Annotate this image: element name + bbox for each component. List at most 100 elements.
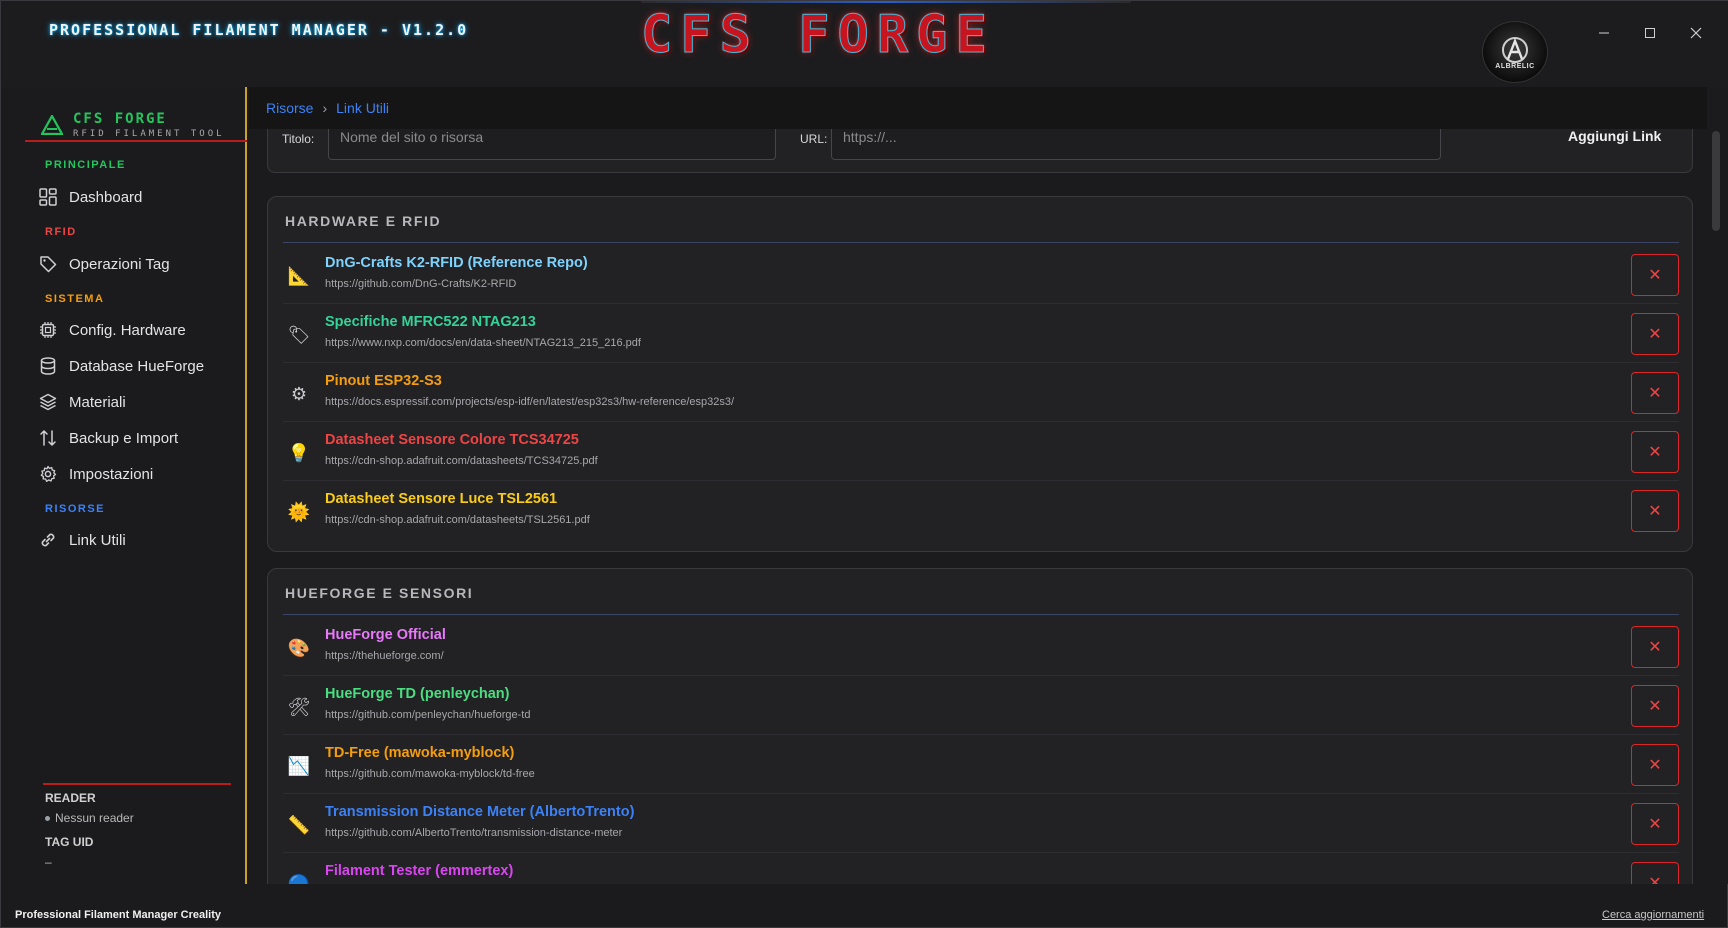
reader-label: READER: [45, 791, 96, 805]
title-accent-line: [641, 1, 1131, 3]
sidebar-item-label: Config. Hardware: [69, 321, 186, 339]
link-title[interactable]: Filament Tester (emmertex): [325, 863, 513, 879]
scrollbar-thumb[interactable]: [1712, 131, 1720, 231]
sidebar-item-backup-import[interactable]: Backup e Import: [37, 423, 237, 453]
maximize-icon: [1645, 28, 1655, 38]
sidebar-item-label: Backup e Import: [69, 429, 179, 447]
link-url[interactable]: https://github.com/mawoka-myblock/td-fre…: [325, 768, 535, 780]
card-title: HUEFORGE E SENSORI: [285, 585, 474, 601]
footer-app-name: Professional Filament Manager Creality: [15, 909, 222, 921]
link-url[interactable]: https://github.com/penleychan/hueforge-t…: [325, 709, 530, 721]
link-url[interactable]: https://thehueforge.com/: [325, 650, 444, 662]
delete-link-button[interactable]: ✕: [1631, 803, 1679, 845]
close-icon: ✕: [1648, 503, 1662, 520]
sidebar-item-config-hardware[interactable]: Config. Hardware: [37, 315, 237, 345]
tag-uid-label: TAG UID: [45, 835, 94, 849]
link-title[interactable]: Datasheet Sensore Colore TCS34725: [325, 432, 579, 448]
palette-icon: 🎨: [287, 637, 311, 658]
link-row: 🏷 Specifiche MFRC522 NTAG213 https://www…: [283, 305, 1679, 363]
minimize-button[interactable]: [1581, 19, 1627, 47]
sidebar-item-label: Database HueForge: [69, 357, 205, 375]
delete-link-button[interactable]: ✕: [1631, 313, 1679, 355]
delete-link-button[interactable]: ✕: [1631, 685, 1679, 727]
section-label-rfid: RFID: [45, 226, 77, 238]
sidebar-item-label: Dashboard: [69, 188, 143, 206]
link-row: 💡 Datasheet Sensore Colore TCS34725 http…: [283, 423, 1679, 481]
breadcrumb-current: Link Utili: [336, 100, 390, 116]
tools-icon: 🛠: [287, 696, 311, 717]
close-icon: ✕: [1648, 326, 1662, 343]
link-url[interactable]: https://github.com/DnG-Crafts/K2-RFID: [325, 278, 516, 290]
link-title[interactable]: Specifiche MFRC522 NTAG213: [325, 314, 536, 330]
minimize-icon: [1599, 32, 1609, 34]
link-title[interactable]: Pinout ESP32-S3: [325, 373, 442, 389]
brand-logo-text: CFS FORGE: [641, 5, 995, 66]
close-icon: ✕: [1648, 698, 1662, 715]
link-url[interactable]: https://cdn-shop.adafruit.com/datasheets…: [325, 455, 598, 467]
breadcrumb-separator: ›: [322, 100, 328, 116]
title-field-label: Titolo:: [282, 132, 315, 146]
link-title[interactable]: TD-Free (mawoka-myblock): [325, 745, 514, 761]
sun-icon: 🌞: [287, 501, 311, 522]
card-title-divider: [283, 242, 1679, 243]
avatar-logo-icon: [1502, 36, 1528, 63]
status-dot-icon: [45, 816, 50, 822]
app-title: PROFESSIONAL FILAMENT MANAGER - V1.2.0: [49, 21, 469, 39]
check-updates-link[interactable]: Cerca aggiornamenti: [1602, 909, 1704, 921]
avatar[interactable]: ALBRELIC: [1482, 21, 1548, 83]
link-title[interactable]: Datasheet Sensore Luce TSL2561: [325, 491, 557, 507]
url-field-label: URL:: [800, 132, 828, 146]
breadcrumb-parent[interactable]: Risorse: [266, 100, 313, 116]
link-title[interactable]: HueForge TD (penleychan): [325, 686, 510, 702]
link-row: 📐 DnG-Crafts K2-RFID (Reference Repo) ht…: [283, 246, 1679, 304]
sidebar-item-link-utili[interactable]: Link Utili: [37, 525, 237, 555]
sidebar-item-label: Materiali: [69, 393, 126, 411]
links-card-hardware-rfid: HARDWARE E RFID 📐 DnG-Crafts K2-RFID (Re…: [267, 196, 1693, 552]
delete-link-button[interactable]: ✕: [1631, 490, 1679, 532]
sidebar-item-materiali[interactable]: Materiali: [37, 387, 237, 417]
link-url[interactable]: https://cdn-shop.adafruit.com/datasheets…: [325, 514, 590, 526]
chip-icon: [37, 319, 59, 341]
main-scrollbar[interactable]: [1707, 87, 1728, 884]
sidebar-item-operazioni-tag[interactable]: Operazioni Tag: [37, 249, 237, 279]
label-tag-icon: 🏷: [287, 324, 311, 345]
section-label-principale: PRINCIPALE: [45, 159, 126, 171]
reader-divider: [43, 783, 231, 785]
link-url[interactable]: https://github.com/AlbertoTrento/transmi…: [325, 827, 622, 839]
tag-uid-value: –: [45, 855, 52, 869]
sidebar-item-impostazioni[interactable]: Impostazioni: [37, 459, 237, 489]
close-icon: ✕: [1648, 385, 1662, 402]
delete-link-button[interactable]: ✕: [1631, 372, 1679, 414]
sidebar-item-label: Operazioni Tag: [69, 255, 170, 273]
sidebar-item-database-hueforge[interactable]: Database HueForge: [37, 351, 237, 381]
delete-link-button[interactable]: ✕: [1631, 431, 1679, 473]
link-url[interactable]: https://docs.espressif.com/projects/esp-…: [325, 396, 734, 408]
tag-icon: [37, 253, 59, 275]
avatar-label: ALBRELIC: [1495, 62, 1535, 70]
link-row: 🛠 HueForge TD (penleychan) https://githu…: [283, 677, 1679, 735]
maximize-button[interactable]: [1627, 19, 1673, 47]
section-label-risorse: RISORSE: [45, 503, 106, 515]
reader-value: Nessun reader: [55, 811, 134, 825]
close-window-button[interactable]: [1673, 19, 1719, 47]
delete-link-button[interactable]: ✕: [1631, 862, 1679, 884]
triangle-ruler-icon: 📐: [287, 265, 311, 286]
close-icon: ✕: [1648, 639, 1662, 656]
add-link-button[interactable]: Aggiungi Link: [1568, 128, 1661, 144]
logo-subtitle: RFID FILAMENT TOOL: [73, 129, 225, 139]
link-row: 🔵 Filament Tester (emmertex) ✕: [283, 854, 1679, 884]
link-row: 📉 TD-Free (mawoka-myblock) https://githu…: [283, 736, 1679, 794]
swap-arrows-icon: [37, 427, 59, 449]
title-bar: PROFESSIONAL FILAMENT MANAGER - V1.2.0 C…: [1, 1, 1728, 87]
delete-link-button[interactable]: ✕: [1631, 254, 1679, 296]
sidebar: CFS FORGE RFID FILAMENT TOOL PRINCIPALE …: [1, 87, 247, 884]
link-title[interactable]: Transmission Distance Meter (AlbertoTren…: [325, 804, 634, 820]
light-bulb-icon: 💡: [287, 442, 311, 463]
database-icon: [37, 355, 59, 377]
link-url[interactable]: https://www.nxp.com/docs/en/data-sheet/N…: [325, 337, 641, 349]
delete-link-button[interactable]: ✕: [1631, 744, 1679, 786]
sidebar-item-dashboard[interactable]: Dashboard: [37, 182, 237, 212]
link-title[interactable]: HueForge Official: [325, 627, 446, 643]
delete-link-button[interactable]: ✕: [1631, 626, 1679, 668]
link-title[interactable]: DnG-Crafts K2-RFID (Reference Repo): [325, 255, 588, 271]
